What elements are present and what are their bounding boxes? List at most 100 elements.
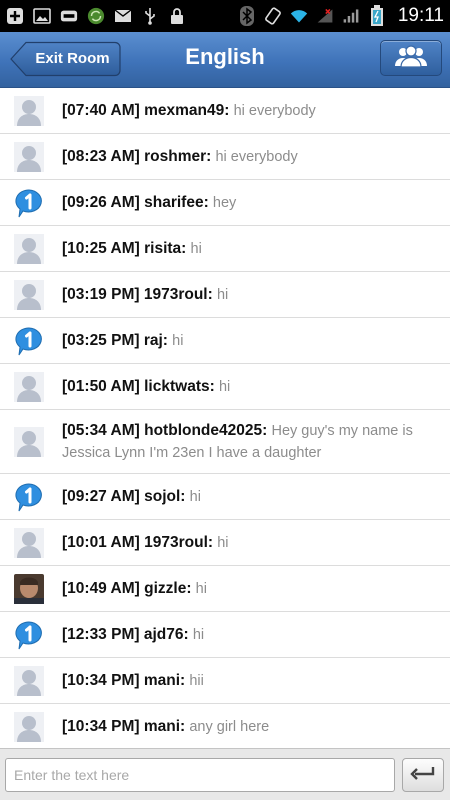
image-icon <box>33 7 51 25</box>
sync-icon <box>87 7 105 25</box>
default-avatar-icon[interactable] <box>14 372 44 402</box>
message-username[interactable]: hotblonde42025: <box>144 422 267 439</box>
default-avatar-icon[interactable] <box>14 96 44 126</box>
message-time: [10:34 PM] <box>62 718 140 735</box>
unread-badge-icon[interactable] <box>14 326 44 356</box>
message-time: [09:26 AM] <box>62 194 140 211</box>
default-avatar-icon[interactable] <box>14 528 44 558</box>
unread-badge-icon[interactable] <box>14 188 44 218</box>
message-meta: [03:25 PM] raj: <box>62 332 168 349</box>
signal-icon <box>342 7 360 25</box>
default-avatar-icon[interactable] <box>14 712 44 742</box>
message-text: any girl here <box>189 719 270 735</box>
message-username[interactable]: gizzle: <box>144 580 191 597</box>
message-meta: [01:50 AM] licktwats: <box>62 378 215 395</box>
message-meta: [08:23 AM] roshmer: <box>62 148 211 165</box>
message-username[interactable]: ajd76: <box>144 626 189 643</box>
message-row[interactable]: [09:26 AM] sharifee: hey <box>0 180 450 226</box>
message-meta: [10:49 AM] gizzle: <box>62 580 192 597</box>
unread-badge-icon[interactable] <box>14 482 44 512</box>
message-time: [10:34 PM] <box>62 672 140 689</box>
message-text: hi <box>217 535 229 551</box>
user-photo-avatar[interactable] <box>14 574 44 604</box>
message-content: [01:50 AM] licktwats: hi <box>0 364 450 398</box>
message-text: hi everybody <box>233 103 316 119</box>
users-icon <box>394 44 428 73</box>
message-row[interactable]: [12:33 PM] ajd76: hi <box>0 612 450 658</box>
message-row[interactable]: [08:23 AM] roshmer: hi everybody <box>0 134 450 180</box>
exit-room-button[interactable]: Exit Room <box>10 41 121 77</box>
message-meta: [10:34 PM] mani: <box>62 718 185 735</box>
default-avatar-icon[interactable] <box>14 142 44 172</box>
room-users-button[interactable] <box>380 40 442 76</box>
message-row[interactable]: [03:19 PM] 1973roul: hi <box>0 272 450 318</box>
message-input[interactable] <box>5 758 395 792</box>
message-time: [08:23 AM] <box>62 148 140 165</box>
message-content: [10:34 PM] mani: any girl here <box>0 704 450 738</box>
message-meta: [09:26 AM] sharifee: <box>62 194 209 211</box>
message-content: [07:40 AM] mexman49: hi everybody <box>0 88 450 122</box>
message-list[interactable]: [07:40 AM] mexman49: hi everybody [08:23 … <box>0 88 450 748</box>
message-text: hi <box>192 627 205 643</box>
message-time: [10:25 AM] <box>62 240 140 257</box>
message-time: [12:33 PM] <box>62 626 140 643</box>
message-row[interactable]: [03:25 PM] raj: hi <box>0 318 450 364</box>
clock: 19:11 <box>397 5 444 26</box>
message-content: [10:01 AM] 1973roul: hi <box>0 520 450 554</box>
message-username[interactable]: mani: <box>144 718 185 735</box>
message-row[interactable]: [01:50 AM] licktwats: hi <box>0 364 450 410</box>
message-meta: [10:25 AM] risita: <box>62 240 186 257</box>
message-username[interactable]: 1973roul: <box>144 534 213 551</box>
default-avatar-icon[interactable] <box>14 427 44 457</box>
message-meta: [10:34 PM] mani: <box>62 672 185 689</box>
message-text: hey <box>212 195 237 211</box>
default-avatar-icon[interactable] <box>14 234 44 264</box>
message-time: [03:19 PM] <box>62 286 140 303</box>
message-time: [01:50 AM] <box>62 378 140 395</box>
message-row[interactable]: [07:40 AM] mexman49: hi everybody <box>0 88 450 134</box>
message-row[interactable]: [10:34 PM] mani: hii <box>0 658 450 704</box>
exit-room-label: Exit Room <box>35 50 110 67</box>
message-username[interactable]: mani: <box>144 672 185 689</box>
message-time: [10:01 AM] <box>62 534 140 551</box>
message-content: [12:33 PM] ajd76: hi <box>0 612 450 646</box>
message-row[interactable]: [10:49 AM] gizzle: hi <box>0 566 450 612</box>
message-text: hi <box>195 581 207 597</box>
default-avatar-icon[interactable] <box>14 666 44 696</box>
message-meta: [12:33 PM] ajd76: <box>62 626 189 643</box>
message-username[interactable]: roshmer: <box>144 148 211 165</box>
message-row[interactable]: [10:25 AM] risita: hi <box>0 226 450 272</box>
title-bar: English Exit Room <box>0 32 450 88</box>
send-button[interactable] <box>402 758 444 792</box>
default-avatar-icon[interactable] <box>14 280 44 310</box>
message-time: [07:40 AM] <box>62 102 140 119</box>
message-content: [10:49 AM] gizzle: hi <box>0 566 450 600</box>
message-username[interactable]: licktwats: <box>144 378 215 395</box>
message-text: hi <box>218 379 231 395</box>
message-content: [05:34 AM] hotblonde42025: Hey guy's my … <box>0 410 450 464</box>
message-username[interactable]: risita: <box>144 240 186 257</box>
message-row[interactable]: [10:01 AM] 1973roul: hi <box>0 520 450 566</box>
message-username[interactable]: 1973roul: <box>144 286 213 303</box>
message-username[interactable]: raj: <box>144 332 168 349</box>
message-meta: [09:27 AM] sojol: <box>62 488 185 505</box>
message-content: [10:34 PM] mani: hii <box>0 658 450 692</box>
message-time: [09:27 AM] <box>62 488 140 505</box>
message-username[interactable]: mexman49: <box>144 102 229 119</box>
message-row[interactable]: [09:27 AM] sojol: hi <box>0 474 450 520</box>
message-username[interactable]: sharifee: <box>144 194 209 211</box>
keyboard-icon <box>60 7 78 25</box>
message-time: [03:25 PM] <box>62 332 140 349</box>
message-username[interactable]: sojol: <box>144 488 185 505</box>
message-text: hi <box>172 333 184 349</box>
message-text: hii <box>189 673 204 689</box>
message-row[interactable]: [05:34 AM] hotblonde42025: Hey guy's my … <box>0 410 450 474</box>
add-icon <box>6 7 24 25</box>
bluetooth-icon <box>238 6 256 26</box>
message-meta: [10:01 AM] 1973roul: <box>62 534 213 551</box>
message-text: hi <box>190 241 202 257</box>
message-text: hi everybody <box>215 149 298 165</box>
message-row[interactable]: [10:34 PM] mani: any girl here <box>0 704 450 748</box>
unread-badge-icon[interactable] <box>14 620 44 650</box>
composer-bar <box>0 748 450 800</box>
